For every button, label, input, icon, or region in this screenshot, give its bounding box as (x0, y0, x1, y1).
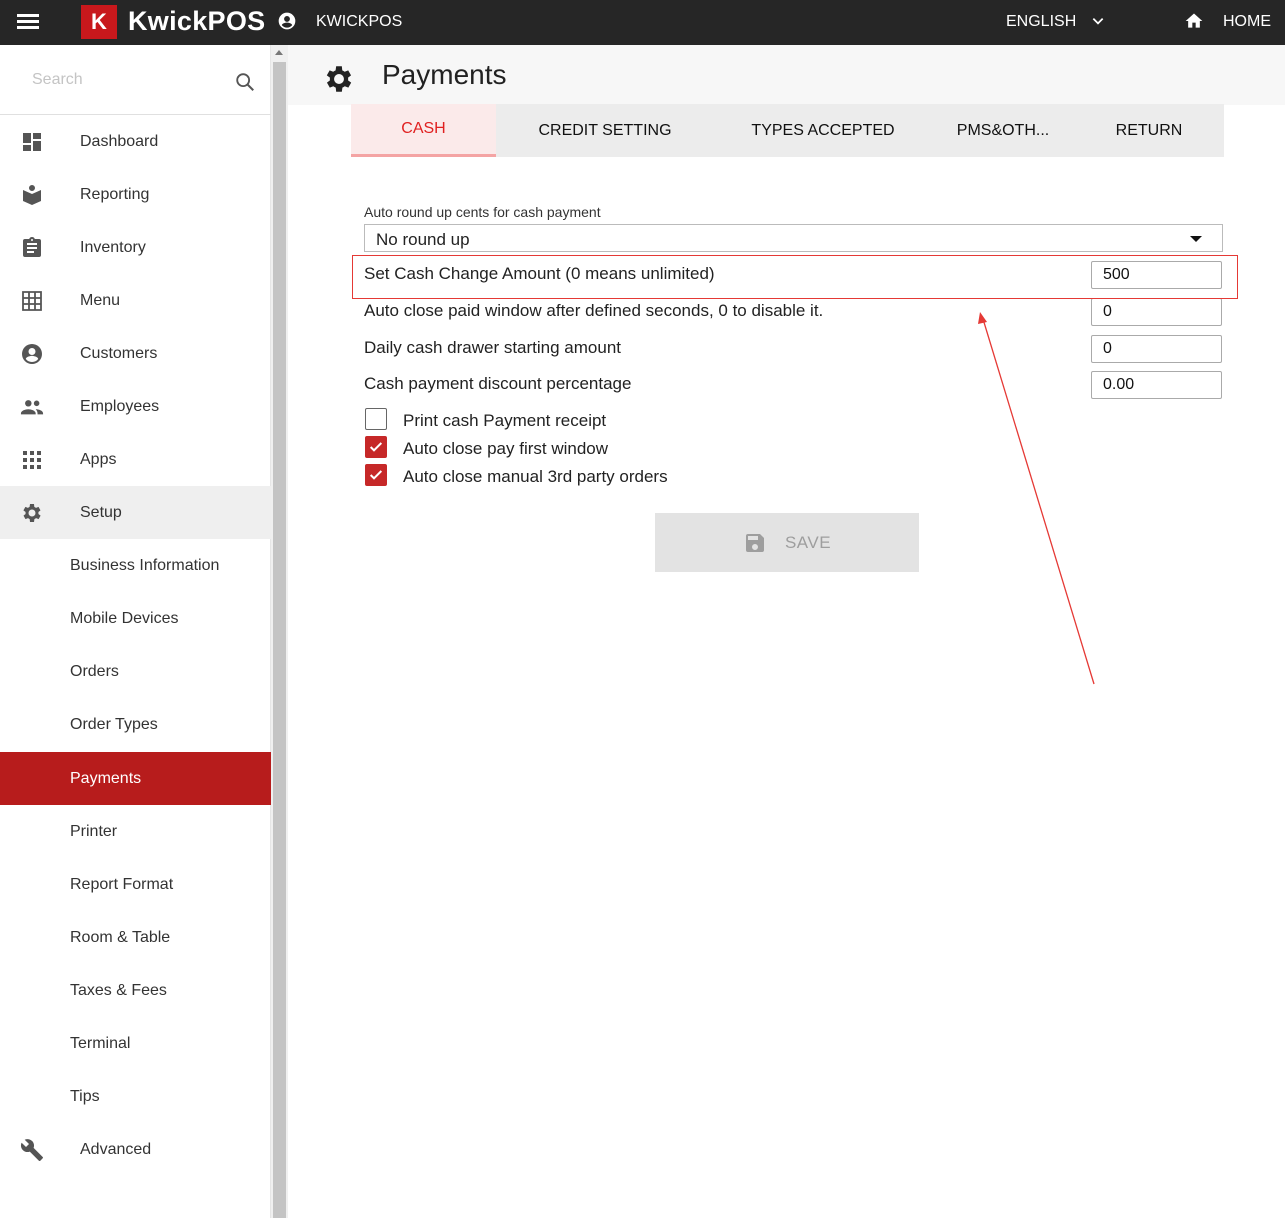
sidebar-item-label: Taxes & Fees (70, 981, 167, 999)
scroll-up-icon[interactable] (275, 50, 283, 55)
account-name[interactable]: KWICKPOS (316, 13, 402, 31)
tab-types-accepted[interactable]: TYPES ACCEPTED (714, 104, 932, 157)
sidebar-item-label: Reporting (80, 185, 150, 203)
round-up-value: No round up (376, 230, 470, 249)
hamburger-menu-icon[interactable] (17, 12, 39, 32)
tab-return[interactable]: RETURN (1074, 104, 1224, 157)
sidebar-item-label: Mobile Devices (70, 609, 179, 627)
auto-close-pay-first-label: Auto close pay first window (403, 439, 609, 458)
print-receipt-checkbox[interactable] (365, 408, 387, 430)
sidebar-item-reporting[interactable]: Reporting (0, 168, 271, 221)
sidebar-item-customers[interactable]: Customers (0, 327, 271, 380)
drawer-starting-amount-label: Daily cash drawer starting amount (364, 338, 622, 357)
caret-down-icon (1190, 236, 1202, 242)
sidebar-item-advanced[interactable]: Advanced (0, 1123, 271, 1176)
auto-close-seconds-input[interactable] (1091, 298, 1222, 326)
grid-icon (20, 289, 44, 313)
round-up-select[interactable]: No round up (364, 224, 1223, 252)
sidebar-item-label: Setup (80, 503, 122, 521)
auto-close-pay-first-checkbox[interactable] (365, 436, 387, 458)
print-receipt-label: Print cash Payment receipt (403, 411, 607, 430)
account-circle-icon (20, 342, 44, 366)
sidebar-item-menu[interactable]: Menu (0, 274, 271, 327)
save-button-label: SAVE (784, 532, 832, 552)
search-input[interactable] (20, 63, 220, 97)
logo-text: KwickPOS (128, 6, 266, 36)
scrollbar-thumb[interactable] (273, 62, 286, 1218)
tab-credit-setting[interactable]: CREDIT SETTING (496, 104, 714, 157)
drawer-starting-amount-input[interactable] (1091, 335, 1222, 363)
auto-close-seconds-label: Auto close paid window after defined sec… (364, 301, 824, 320)
tab-pms-other[interactable]: PMS&OTH... (932, 104, 1074, 157)
discount-percentage-label: Cash payment discount percentage (364, 374, 632, 393)
sidebar-item-label: Menu (80, 291, 121, 309)
tab-bar: CASH CREDIT SETTING TYPES ACCEPTED PMS&O… (351, 104, 1224, 157)
sidebar-item-order-types[interactable]: Order Types (0, 698, 271, 751)
sidebar-item-setup[interactable]: Setup (0, 486, 271, 539)
sidebar-item-employees[interactable]: Employees (0, 380, 271, 433)
sidebar-item-label: Order Types (70, 715, 158, 733)
wrench-icon (20, 1138, 44, 1162)
sidebar-item-label: Business Information (70, 556, 220, 574)
sidebar-item-label: Terminal (70, 1034, 131, 1052)
save-button[interactable]: SAVE (655, 513, 919, 572)
sidebar-search (0, 45, 271, 115)
sidebar-item-apps[interactable]: Apps (0, 433, 271, 486)
round-up-label: Auto round up cents for cash payment (364, 204, 601, 220)
sidebar: Dashboard Reporting Inventory Menu Custo… (0, 45, 271, 1218)
sidebar-item-label: Report Format (70, 875, 174, 893)
sidebar-item-label: Room & Table (70, 928, 171, 946)
sidebar-item-label: Printer (70, 822, 118, 840)
tab-cash[interactable]: CASH (351, 104, 496, 157)
sidebar-item-orders[interactable]: Orders (0, 645, 271, 698)
page-title: Payments (382, 59, 507, 90)
auto-close-3rd-party-checkbox[interactable] (365, 464, 387, 486)
sidebar-item-report-format[interactable]: Report Format (0, 858, 271, 911)
search-icon[interactable] (234, 71, 256, 93)
sidebar-item-label: Payments (70, 769, 142, 787)
reporting-icon (20, 183, 44, 207)
sidebar-item-payments[interactable]: Payments (0, 752, 271, 805)
sidebar-item-mobile-devices[interactable]: Mobile Devices (0, 592, 271, 645)
sidebar-item-label: Customers (80, 344, 158, 362)
chevron-down-icon[interactable] (1091, 14, 1105, 28)
sidebar-item-room-table[interactable]: Room & Table (0, 911, 271, 964)
home-icon[interactable] (1184, 11, 1204, 31)
gear-icon (326, 66, 352, 92)
sidebar-item-business-information[interactable]: Business Information (0, 539, 271, 592)
floppy-disk-icon (745, 533, 764, 552)
top-bar: K KwickPOS KWICKPOS ENGLISH HOME (0, 0, 1285, 45)
sidebar-item-label: Dashboard (80, 132, 159, 150)
auto-close-3rd-party-label: Auto close manual 3rd party orders (403, 467, 668, 486)
annotation-highlight-box (352, 255, 1238, 299)
apps-icon (20, 448, 44, 472)
sidebar-item-label: Tips (70, 1087, 100, 1105)
sidebar-item-label: Inventory (80, 238, 146, 256)
sidebar-item-printer[interactable]: Printer (0, 805, 271, 858)
sidebar-item-inventory[interactable]: Inventory (0, 221, 271, 274)
language-selector[interactable]: ENGLISH (1006, 13, 1076, 31)
clipboard-icon (20, 236, 44, 260)
account-circle-icon[interactable] (277, 11, 297, 31)
sidebar-item-label: Orders (70, 662, 119, 680)
discount-percentage-input[interactable] (1091, 371, 1222, 399)
sidebar-item-terminal[interactable]: Terminal (0, 1017, 271, 1070)
sidebar-item-label: Advanced (80, 1140, 152, 1158)
check-icon (369, 442, 383, 452)
sidebar-item-taxes-fees[interactable]: Taxes & Fees (0, 964, 271, 1017)
sidebar-item-tips[interactable]: Tips (0, 1070, 271, 1123)
gear-icon (20, 501, 44, 525)
check-icon (369, 470, 383, 480)
sidebar-item-label: Employees (80, 397, 160, 415)
logo-mark: K (81, 5, 117, 39)
people-icon (20, 395, 44, 419)
sidebar-item-dashboard[interactable]: Dashboard (0, 115, 271, 168)
dashboard-icon (20, 130, 44, 154)
home-link[interactable]: HOME (1223, 13, 1271, 31)
sidebar-item-label: Apps (80, 450, 117, 468)
